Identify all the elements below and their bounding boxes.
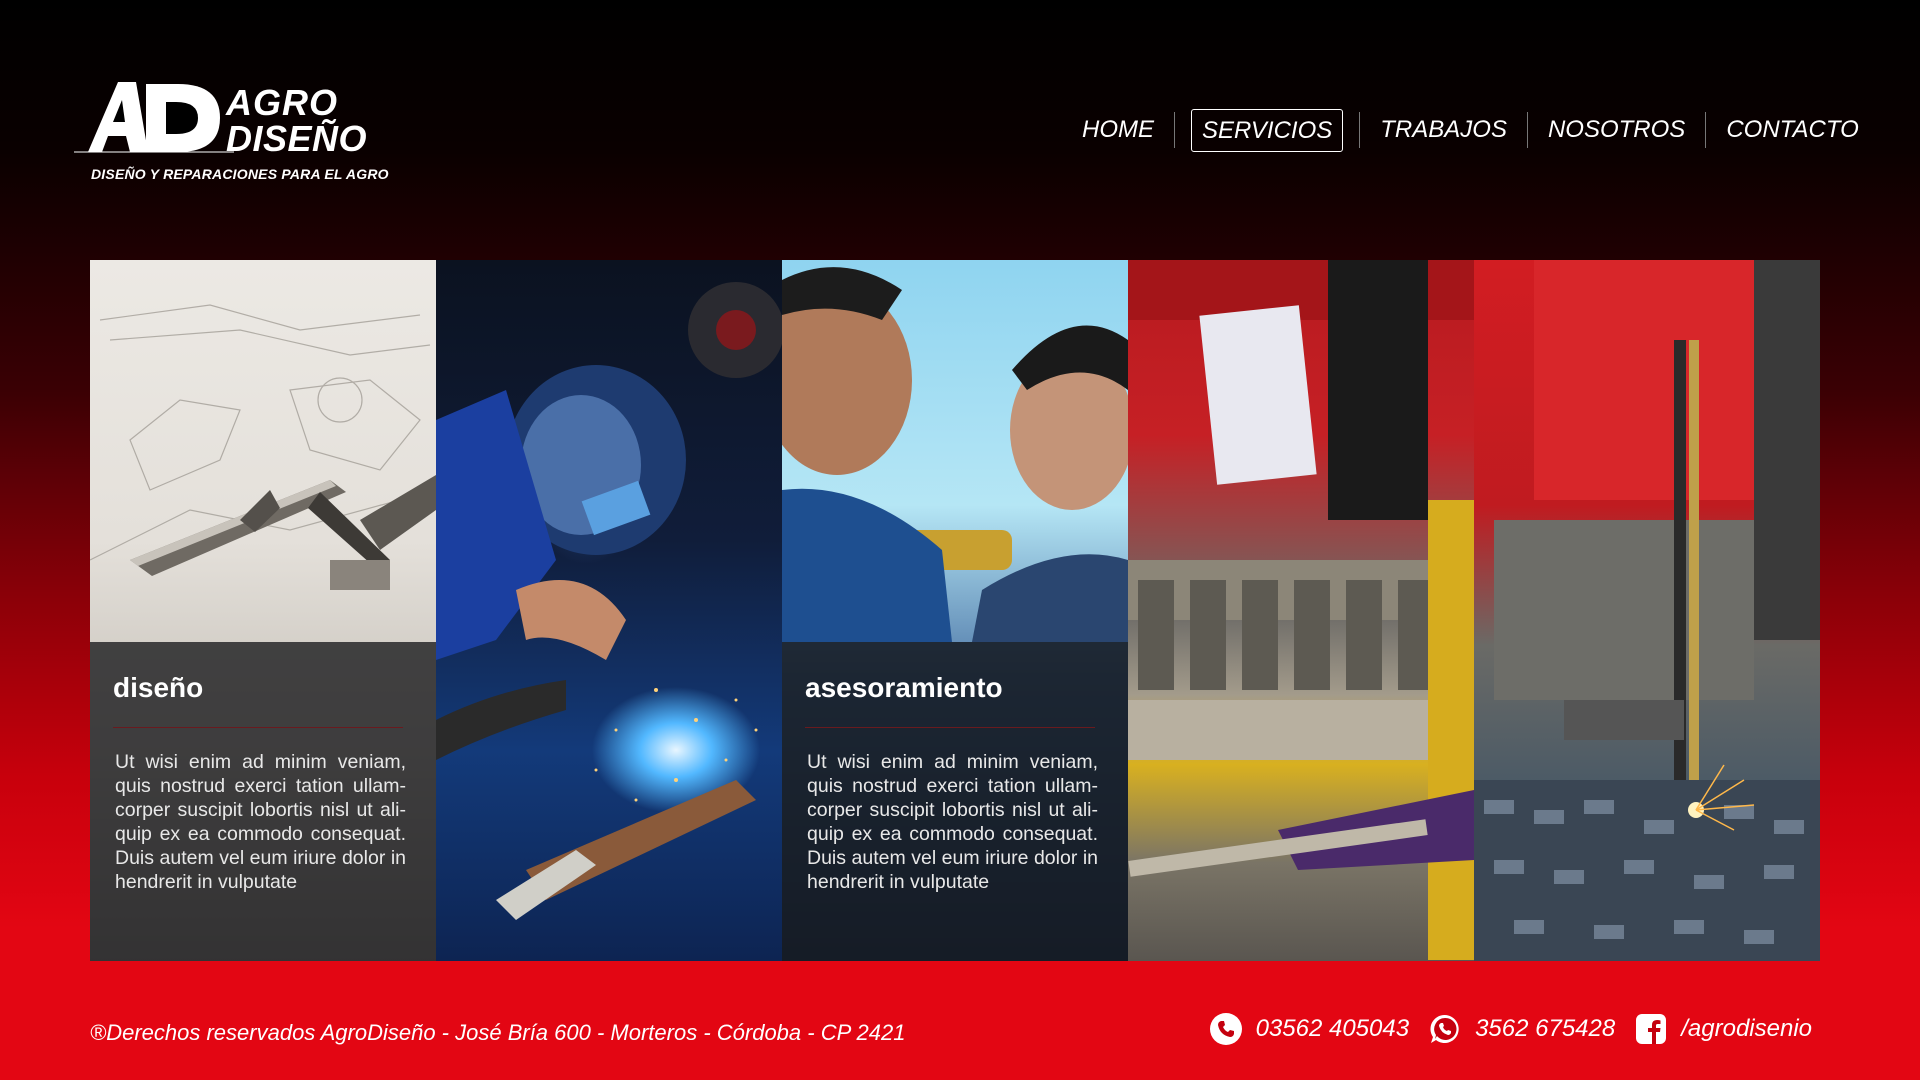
service-panel-cnc-cutting[interactable]: [1474, 260, 1820, 961]
ad-logo-mark: [74, 82, 234, 153]
service-card: diseño Ut wisi enim ad minim veniam, qui…: [90, 642, 436, 961]
nav-home[interactable]: HOME: [1062, 110, 1174, 150]
service-card: asesoramiento Ut wisi enim ad minim veni…: [782, 642, 1128, 961]
service-panel-asesoramiento[interactable]: asesoramiento Ut wisi enim ad minim veni…: [782, 260, 1128, 961]
brand-word-diseno: DISEÑO: [226, 118, 368, 159]
service-panel-diseno[interactable]: diseño Ut wisi enim ad minim veniam, qui…: [90, 260, 436, 961]
title-divider: [113, 727, 403, 728]
services-gallery: diseño Ut wisi enim ad minim veniam, qui…: [90, 260, 1820, 961]
nav-divider: [1174, 112, 1175, 148]
welder-image: [436, 282, 782, 920]
nav-trabajos[interactable]: TRABAJOS: [1360, 110, 1527, 150]
press-brake-image: [1128, 260, 1474, 960]
brand-word-agro: AGRO: [226, 82, 338, 123]
whatsapp-icon: [1429, 1013, 1461, 1045]
footer-contacts: 03562 405043 3562 675428 /agrodisenio: [1209, 1013, 1818, 1045]
main-nav: HOME SERVICIOS TRABAJOS NOSOTROS CONTACT…: [1062, 108, 1879, 152]
nav-contacto[interactable]: CONTACTO: [1706, 110, 1878, 150]
consulting-men-image: [782, 267, 1128, 642]
service-title: diseño: [113, 672, 204, 703]
brand-logo[interactable]: AGRO DISEÑO DISEÑO Y REPARACIONES PARA E…: [74, 78, 394, 188]
cnc-cutting-image: [1474, 260, 1820, 961]
title-divider: [805, 727, 1095, 728]
service-description: Ut wisi enim ad minim veniam, quis nostr…: [115, 751, 406, 893]
nav-nosotros[interactable]: NOSOTROS: [1528, 110, 1705, 150]
nav-servicios[interactable]: SERVICIOS: [1191, 108, 1344, 152]
whatsapp-number[interactable]: 3562 675428: [1475, 1015, 1615, 1043]
service-description: Ut wisi enim ad minim veniam, quis nostr…: [807, 751, 1098, 893]
brand-tagline: DISEÑO Y REPARACIONES PARA EL AGRO: [91, 166, 389, 182]
facebook-link[interactable]: /agrodisenio: [1681, 1015, 1812, 1043]
service-panel-press-brake[interactable]: [1128, 260, 1474, 961]
service-panel-welding[interactable]: [436, 260, 782, 961]
phone-icon: [1209, 1013, 1242, 1045]
footer-copyright: ®Derechos reservados AgroDiseño - José B…: [90, 1020, 906, 1045]
facebook-icon: [1635, 1013, 1667, 1045]
service-title: asesoramiento: [805, 672, 1003, 703]
phone-number[interactable]: 03562 405043: [1256, 1015, 1410, 1043]
caliper-drawing-image: [90, 304, 436, 590]
